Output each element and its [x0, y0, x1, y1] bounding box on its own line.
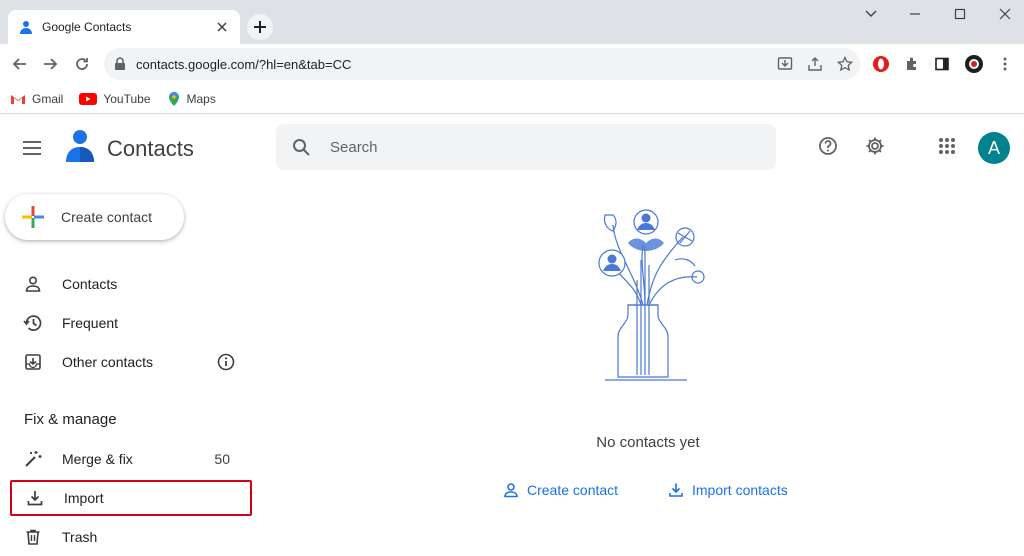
contacts-logo-icon — [66, 130, 94, 162]
lock-icon — [115, 57, 125, 70]
trash-icon — [22, 526, 44, 548]
tab-search-button[interactable] — [848, 0, 894, 28]
profile-button[interactable] — [962, 52, 986, 76]
bookmark-label: Gmail — [32, 91, 64, 106]
create-contact-label: Create contact — [61, 209, 153, 225]
close-icon — [999, 8, 1011, 20]
bookmark-gmail[interactable]: Gmail — [10, 92, 63, 106]
share-icon — [808, 57, 822, 71]
main-menu-button[interactable] — [18, 134, 46, 162]
bookmark-star-button[interactable] — [830, 49, 860, 79]
sidebar-item-label: Contacts — [62, 276, 118, 292]
apps-launcher-button[interactable] — [935, 134, 959, 158]
merge-count-badge: 50 — [214, 451, 230, 467]
magic-wand-icon — [22, 448, 44, 470]
bookmark-youtube[interactable]: YouTube — [79, 91, 151, 106]
forward-button[interactable] — [38, 52, 62, 76]
arrow-right-icon — [44, 58, 58, 70]
sidebar-item-import[interactable]: Import — [10, 480, 252, 516]
person-icon — [22, 273, 44, 295]
more-vert-icon — [1003, 57, 1007, 71]
download-icon — [24, 487, 46, 509]
app-title: Contacts — [107, 136, 194, 161]
install-icon — [777, 57, 793, 70]
browser-menu-button[interactable] — [993, 52, 1017, 76]
sidebar-item-label: Frequent — [62, 315, 119, 331]
empty-create-contact-link[interactable]: Create contact — [503, 482, 618, 498]
close-tab-icon[interactable] — [214, 19, 230, 35]
settings-button[interactable] — [863, 134, 887, 158]
empty-vase-illustration — [598, 209, 705, 381]
reload-button[interactable] — [70, 52, 94, 76]
app-header: Contacts A — [0, 116, 1024, 180]
maximize-icon — [954, 8, 966, 20]
empty-import-contacts-link[interactable]: Import contacts — [668, 482, 788, 498]
chevron-down-icon — [865, 10, 877, 17]
sidebar-item-other-contacts[interactable]: Other contacts — [10, 344, 252, 380]
maximize-button[interactable] — [937, 0, 983, 28]
help-icon — [819, 137, 837, 155]
sidebar-item-merge-fix[interactable]: Merge & fix 50 — [10, 441, 252, 477]
maps-icon — [168, 91, 179, 106]
back-button[interactable] — [8, 52, 32, 76]
google-plus-icon — [22, 206, 44, 228]
side-panel-button[interactable] — [930, 52, 954, 76]
install-app-button[interactable] — [770, 49, 800, 79]
bookmark-label: Maps — [186, 91, 216, 106]
gear-icon — [866, 137, 884, 155]
search-input[interactable] — [330, 138, 730, 156]
inbox-download-icon — [22, 351, 44, 373]
opera-icon — [873, 56, 889, 72]
youtube-icon — [79, 92, 98, 105]
star-icon — [837, 56, 853, 72]
fix-manage-section-title: Fix & manage — [24, 411, 117, 428]
sidebar-item-label: Merge & fix — [62, 451, 133, 467]
sidebar-item-contacts[interactable]: Contacts — [10, 266, 252, 302]
close-window-button[interactable] — [982, 0, 1024, 28]
arrow-left-icon — [12, 58, 26, 70]
new-tab-button[interactable] — [247, 14, 273, 40]
reload-icon — [76, 58, 88, 70]
plus-icon — [254, 21, 266, 33]
tab-title: Google Contacts — [42, 20, 132, 34]
address-bar[interactable]: contacts.google.com/?hl=en&tab=CC — [104, 48, 860, 80]
apps-grid-icon — [939, 138, 955, 154]
share-button[interactable] — [800, 49, 830, 79]
account-avatar[interactable]: A — [978, 132, 1010, 164]
sidebar-item-trash[interactable]: Trash — [10, 519, 252, 555]
help-button[interactable] — [816, 134, 840, 158]
history-icon — [22, 312, 44, 334]
bookmark-label: YouTube — [103, 91, 151, 106]
empty-state-text: No contacts yet — [596, 434, 700, 451]
bookmark-maps[interactable]: Maps — [167, 91, 216, 107]
download-icon — [669, 483, 683, 497]
browser-tabstrip: Google Contacts — [0, 0, 1024, 44]
minimize-button[interactable] — [892, 0, 938, 28]
search-icon[interactable] — [292, 138, 310, 156]
minimize-icon — [910, 13, 920, 15]
gmail-icon — [11, 94, 25, 104]
browser-toolbar: contacts.google.com/?hl=en&tab=CC — [0, 44, 1024, 84]
browser-tab[interactable]: Google Contacts — [8, 10, 240, 44]
sidebar-item-frequent[interactable]: Frequent — [10, 305, 252, 341]
puzzle-icon — [907, 57, 916, 70]
person-icon — [504, 483, 518, 498]
sidebar-item-label: Import — [64, 490, 104, 506]
info-icon[interactable] — [216, 352, 236, 372]
search-bar[interactable] — [276, 124, 776, 170]
hamburger-menu-icon — [23, 141, 41, 155]
import-contacts-link-label: Import contacts — [692, 482, 788, 498]
sidebar-item-label: Trash — [62, 529, 98, 545]
profile-avatar-icon — [965, 55, 983, 73]
side-panel-icon — [935, 57, 949, 71]
bookmarks-bar: Gmail YouTube Maps — [0, 84, 1024, 114]
contacts-favicon-icon — [20, 21, 32, 34]
opera-extension-button[interactable] — [869, 52, 893, 76]
sidebar-item-label: Other contacts — [62, 354, 154, 370]
url-text: contacts.google.com/?hl=en&tab=CC — [136, 56, 352, 72]
create-contact-link-label: Create contact — [527, 482, 619, 498]
extensions-button[interactable] — [900, 52, 924, 76]
create-contact-button[interactable]: Create contact — [5, 194, 184, 240]
